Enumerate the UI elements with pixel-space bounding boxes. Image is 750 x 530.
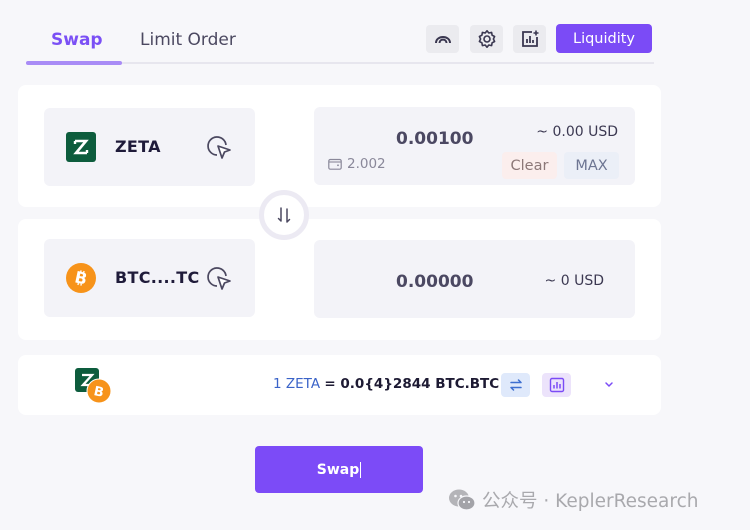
price-chart-button[interactable] <box>542 373 571 397</box>
swap-submit-button[interactable]: Swap <box>255 446 423 493</box>
liquidity-button[interactable]: Liquidity <box>556 24 652 53</box>
to-token-selector[interactable]: B BTC....TC <box>44 239 255 317</box>
from-balance: 2.002 <box>328 156 386 172</box>
exchange-rate: 1 ZETA = 0.0{4}2844 BTC.BTC <box>273 376 499 392</box>
active-tab-indicator <box>26 61 122 65</box>
rainbow-arc-icon <box>434 36 451 44</box>
rate-card: B 1 ZETA = 0.0{4}2844 BTC.BTC <box>18 355 661 415</box>
tab-limit-order[interactable]: Limit Order <box>140 30 236 50</box>
to-token-name: BTC....TC <box>115 268 200 287</box>
rate-base: 1 ZETA <box>273 376 321 392</box>
token-pair-icon: B <box>75 368 112 404</box>
bar-chart-icon <box>549 377 564 393</box>
settings-button[interactable] <box>470 25 503 53</box>
chevron-down-icon[interactable] <box>601 376 617 392</box>
to-amount-output: 0.00000 <box>396 272 474 292</box>
text-cursor <box>360 461 362 478</box>
from-amount-panel: 0.00100 ~ 0.00 USD 2.002 Clear MAX <box>314 107 635 185</box>
from-token-card: ZETA 0.00100 ~ 0.00 USD 2.002 Clear MAX <box>18 85 661 207</box>
max-button[interactable]: MAX <box>564 152 619 179</box>
zeta-logo-icon <box>66 132 96 162</box>
from-amount-input[interactable]: 0.00100 <box>396 129 473 149</box>
to-usd-value: ~ 0 USD <box>544 273 604 289</box>
rate-quote: = 0.0{4}2844 BTC.BTC <box>324 376 500 392</box>
from-token-name: ZETA <box>115 137 161 156</box>
from-token-selector[interactable]: ZETA <box>44 108 255 186</box>
wechat-icon <box>449 489 476 511</box>
swap-button-label: Swap <box>316 461 360 478</box>
chart-add-icon <box>521 30 538 47</box>
gear-icon <box>478 30 495 48</box>
to-amount-panel: 0.00000 ~ 0 USD <box>314 240 635 318</box>
cursor-select-icon <box>207 136 231 159</box>
invert-rate-button[interactable] <box>501 373 530 397</box>
btc-logo-icon: B <box>66 263 96 293</box>
route-settings-button[interactable] <box>426 25 459 53</box>
swap-horizontal-icon <box>509 379 522 391</box>
switch-direction-button[interactable] <box>259 190 309 240</box>
from-usd-value: ~ 0.00 USD <box>536 124 618 140</box>
swap-arrows-icon <box>277 207 291 223</box>
clear-button[interactable]: Clear <box>502 152 557 179</box>
add-chart-button[interactable] <box>513 25 546 53</box>
watermark: 公众号 · KeplerResearch <box>448 487 698 513</box>
watermark-text: 公众号 · KeplerResearch <box>482 491 699 512</box>
to-token-card: B BTC....TC 0.00000 ~ 0 USD <box>18 219 661 340</box>
from-balance-value: 2.002 <box>347 156 386 172</box>
tab-swap[interactable]: Swap <box>51 30 103 50</box>
cursor-select-icon <box>207 267 231 290</box>
wallet-icon <box>328 158 342 170</box>
